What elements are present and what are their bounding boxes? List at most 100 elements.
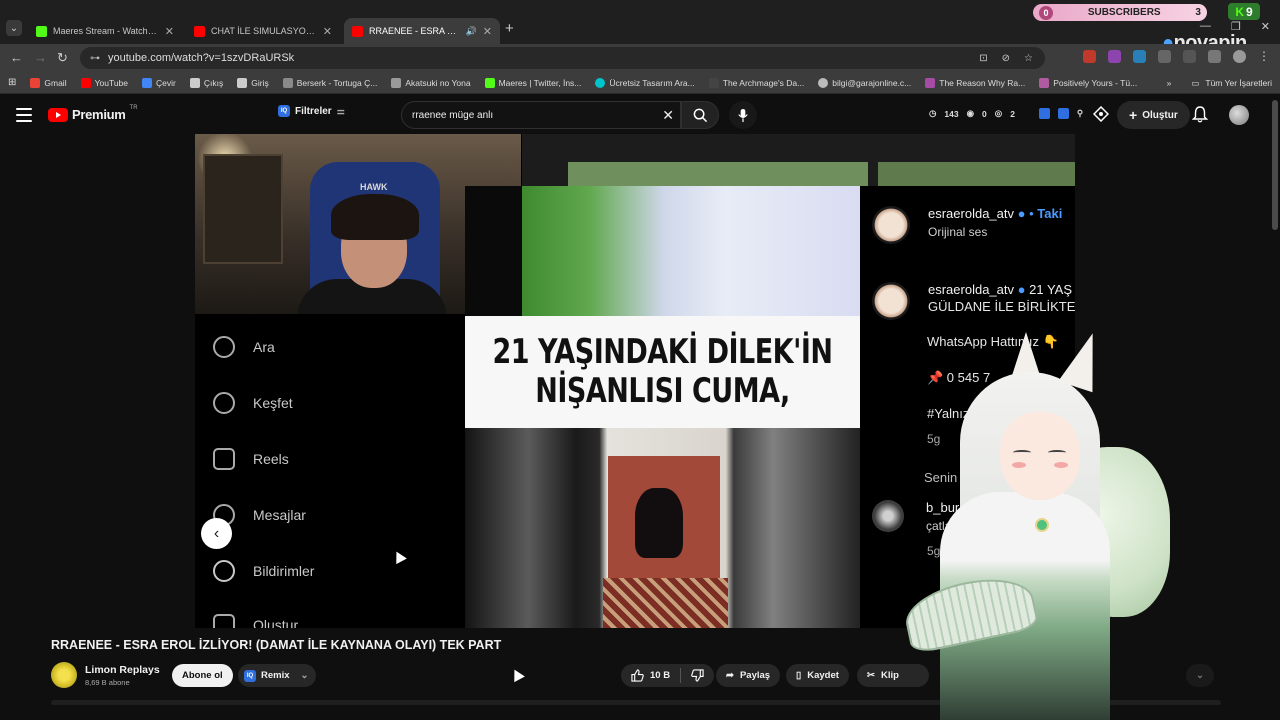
bookmark-item[interactable]: Maeres | Twitter, İns... [484, 77, 581, 88]
close-icon[interactable]: ✕ [165, 25, 174, 38]
bookmark-item[interactable]: Positively Yours - Tü... [1039, 77, 1137, 88]
speaker-icon[interactable]: 🔊 [466, 26, 477, 37]
clock-icon: ◷ [929, 108, 937, 118]
chevron-right-icon[interactable]: » [1167, 78, 1172, 88]
extension-icon[interactable] [1158, 49, 1171, 63]
thumbs-down-icon[interactable] [691, 669, 704, 682]
extension-icon[interactable] [1133, 49, 1146, 63]
page-icon [189, 77, 200, 88]
ig-menu-create: Oluştur [213, 614, 298, 628]
bookmark-item[interactable]: Berserk - Tortuga Ç... [282, 77, 377, 88]
bookmark-item[interactable]: Giriş [237, 77, 269, 88]
timestamp: 5g [927, 544, 941, 558]
install-icon[interactable]: ⊡ [979, 53, 987, 64]
remix-label: Remix [261, 670, 290, 681]
logo-text: Premium [72, 107, 126, 122]
caption-comment: esraerolda_atv ● 21 YAŞ GÜLDANE İLE BİRL… [872, 282, 1075, 320]
subscribe-button[interactable]: Abone ol [172, 664, 233, 687]
bookmark-item[interactable]: The Reason Why Ra... [925, 77, 1025, 88]
site-info-icon[interactable]: ⊶ [90, 53, 100, 64]
verified-icon: ● [1017, 282, 1026, 297]
apps-grid-icon[interactable]: ⊞ [8, 77, 16, 88]
mouse-cursor [509, 666, 525, 683]
reload-icon[interactable]: ↻ [57, 50, 68, 66]
heart-icon [213, 560, 235, 582]
thumbs-up-icon[interactable] [631, 669, 644, 682]
menu-icon[interactable] [16, 108, 32, 122]
search-button[interactable] [681, 101, 719, 129]
account-avatar[interactable] [1229, 105, 1249, 125]
page-icon [1039, 77, 1050, 88]
eye-off-icon[interactable]: ⊘ [1002, 53, 1010, 64]
create-button[interactable]: + Oluştur [1117, 101, 1190, 129]
save-button[interactable]: ▯ Kaydet [786, 664, 849, 687]
bookmark-item[interactable]: Ücretsiz Tasarım Ara... [595, 77, 695, 88]
translate-icon [142, 77, 152, 88]
like-count[interactable]: 10 B [650, 670, 670, 681]
browser-tab[interactable]: CHAT İLE SIMULASYON KEYFİ | ✕ [186, 18, 340, 44]
subscriber-counter-overlay: 0 SUBSCRIBERS 3 [1033, 4, 1207, 21]
bookmarks-bar: ⊞ Gmail YouTube Çevir Çıkış Giriş Berser… [0, 72, 1280, 94]
close-window-icon[interactable]: ✕ [1261, 20, 1270, 33]
bookmark-item[interactable]: Çıkış [189, 77, 223, 88]
reel-caption: 21 YAŞINDAKİ DİLEK'İN NİŞANLISI CUMA, [465, 316, 860, 428]
chair-logo: HAWK [360, 182, 388, 192]
post-author: esraerolda_atv [928, 206, 1014, 221]
browser-tab-active[interactable]: RRAENEE - ESRA EROL İZLİY 🔊 ✕ [344, 18, 500, 44]
subs-right-count: 3 [1195, 7, 1201, 18]
instagram-comments-panel: esraerolda_atv ● • Taki Orijinal ses esr… [860, 186, 1075, 628]
eye-icon: ◉ [966, 108, 975, 118]
search-input[interactable]: rraenee müge anlı ✕ [401, 101, 681, 129]
filters-button[interactable]: IQ Filtreler ⚌ [278, 105, 345, 117]
new-tab-icon[interactable]: + [505, 20, 514, 37]
notifications-bell-icon[interactable] [1191, 106, 1209, 128]
extension-icon[interactable] [1108, 49, 1121, 63]
back-icon[interactable]: ← [10, 50, 23, 65]
close-icon[interactable]: ✕ [323, 25, 332, 38]
channel-avatar[interactable] [51, 662, 77, 688]
star-icon[interactable]: ☆ [1024, 53, 1033, 64]
page-scrollbar[interactable] [1272, 100, 1278, 230]
share-button[interactable]: ➦ Paylaş [716, 664, 781, 687]
page-icon [925, 77, 936, 88]
bookmark-item[interactable]: bilgi@garajonline.c... [818, 77, 911, 88]
pin-extension-icon[interactable]: ⚲ [1077, 108, 1083, 119]
comment-text: 📌 0 545 7 [927, 370, 991, 385]
iq-badge-icon: IQ [278, 105, 290, 117]
youtube-icon [80, 77, 91, 88]
voice-search-button[interactable] [729, 101, 757, 129]
browser-tab[interactable]: Maeres Stream - Watch Live on ✕ [28, 18, 182, 44]
profile-icon[interactable] [1233, 49, 1246, 63]
list-extension-icon[interactable] [1057, 108, 1069, 119]
previous-reel-button[interactable]: ‹ [201, 518, 232, 549]
kick-icon: K [1235, 4, 1244, 19]
extension-icon[interactable] [1183, 49, 1196, 63]
forward-icon[interactable]: → [34, 50, 47, 65]
remix-button[interactable]: IQ Remix ⌄ [238, 664, 317, 687]
bookmark-item[interactable]: YouTube [80, 77, 128, 88]
kick-icon [36, 25, 47, 37]
screen: ⌄ Maeres Stream - Watch Live on ✕ CHAT İ… [0, 0, 1280, 720]
gem-icon[interactable] [1092, 105, 1110, 127]
video-player[interactable]: HAWK Ara Keşfet Reels Mesajlar Bildiriml… [195, 134, 1075, 628]
tab-search-icon[interactable]: ⌄ [6, 20, 22, 36]
bookmark-item[interactable]: The Archmage's Da... [708, 77, 804, 88]
more-vertical-icon[interactable]: ⋮ [1258, 49, 1270, 63]
bookmark-item[interactable]: Gmail [30, 77, 67, 88]
puzzle-icon[interactable] [1208, 49, 1221, 63]
close-icon[interactable]: ✕ [483, 25, 492, 38]
youtube-logo[interactable]: Premium TR [48, 105, 138, 122]
clip-button[interactable]: ✂ Klip [857, 664, 929, 687]
plus-square-icon [213, 614, 235, 628]
share-label: Paylaş [739, 670, 771, 681]
bookmark-item[interactable]: Çevir [142, 77, 176, 88]
clear-search-icon[interactable]: ✕ [662, 107, 674, 124]
all-bookmarks-link[interactable]: Tüm Yer İşaretleri [1205, 78, 1272, 88]
channel-name[interactable]: Limon Replays [85, 664, 160, 676]
bookmark-item[interactable]: Akatsuki no Yona [391, 77, 471, 88]
iq-extension-icon[interactable] [1038, 108, 1050, 119]
eye-icon: ◎ [994, 108, 1003, 118]
extension-icon[interactable] [1083, 49, 1096, 63]
url-field[interactable]: ⊶ youtube.com/watch?v=1szvDRaURSk ⊡ ⊘ ☆ [80, 47, 1045, 69]
more-options-button[interactable]: ⌄ [1186, 664, 1214, 687]
